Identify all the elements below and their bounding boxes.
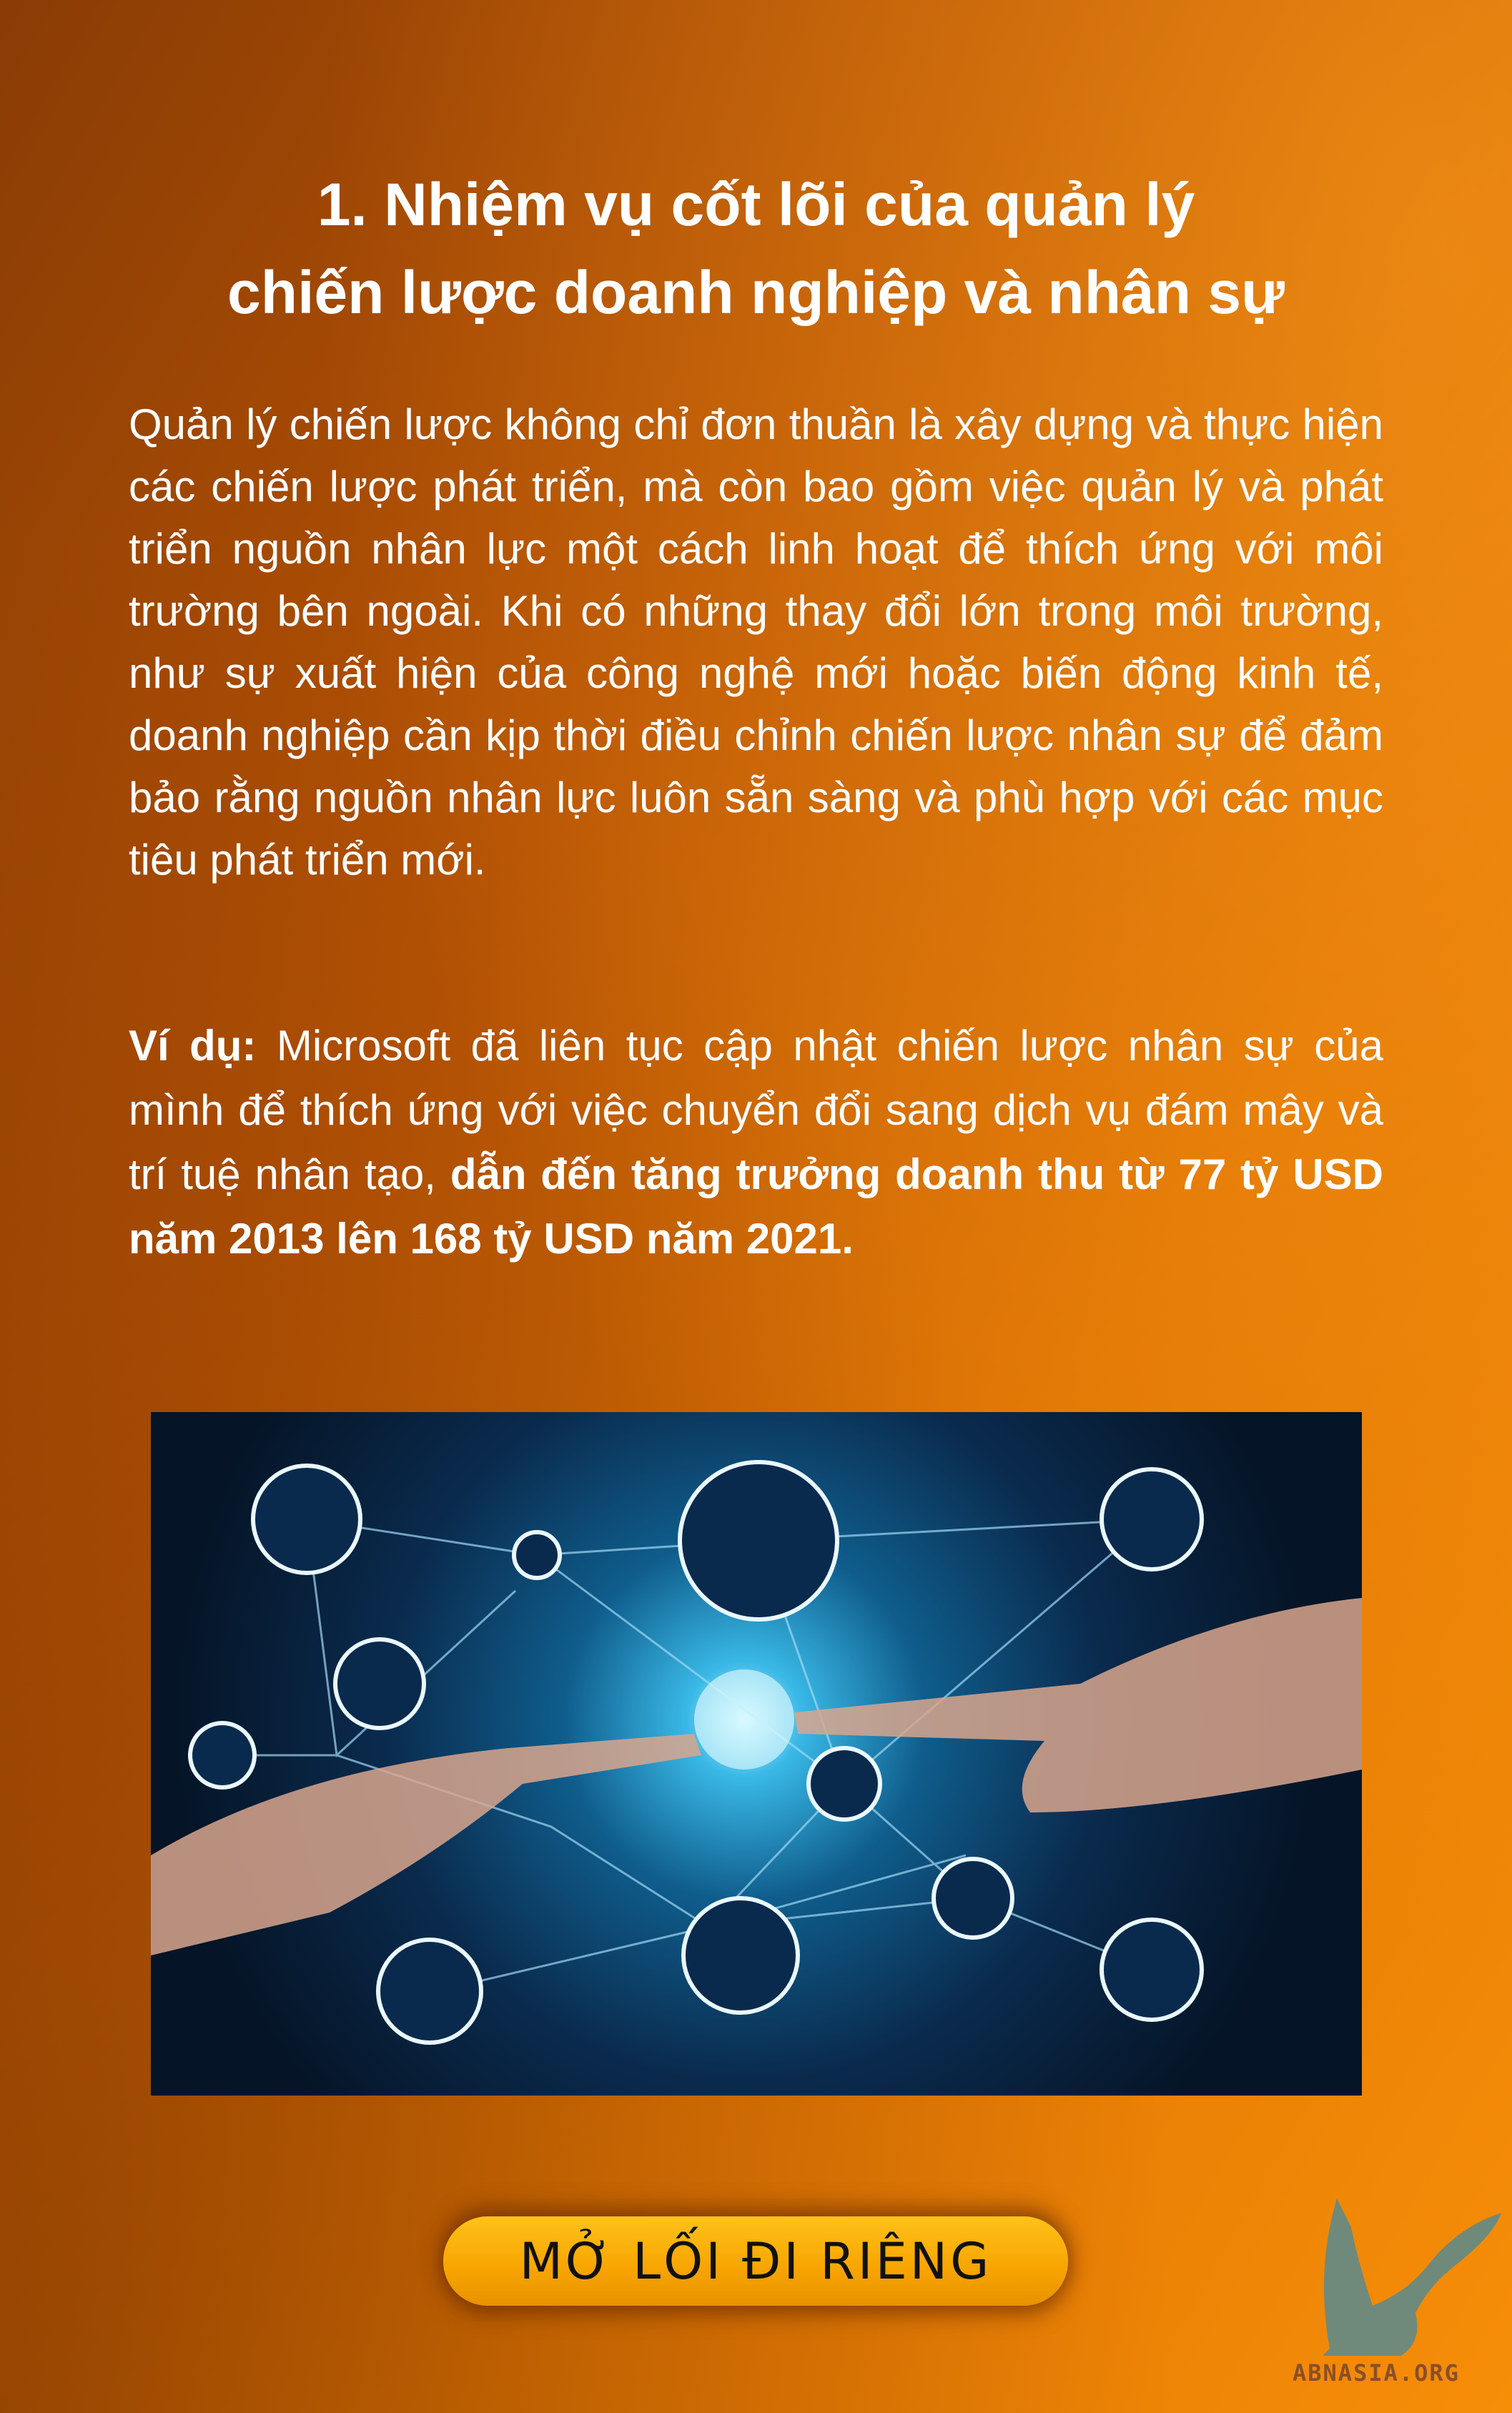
presentation-icon (1100, 1467, 1204, 1571)
pie-chart-icon (512, 1530, 562, 1580)
page-title: 1. Nhiệm vụ cốt lõi của quản lý chiến lư… (129, 161, 1383, 337)
title-line-2: chiến lược doanh nghiệp và nhân sự (227, 259, 1285, 326)
example-paragraph: Ví dụ: Microsoft đã liên tục cập nhật ch… (129, 1014, 1383, 1271)
people-icon (806, 1746, 882, 1822)
chart-icon (932, 1857, 1014, 1940)
handshake-icon (251, 1464, 362, 1575)
rocket-icon (678, 1460, 839, 1622)
logo-text: ABNASIA.ORG (1293, 2359, 1460, 2387)
title-line-1: 1. Nhiệm vụ cốt lõi của quản lý (317, 171, 1195, 238)
businessman-icon (376, 1938, 483, 2045)
briefcase-icon (1100, 1918, 1204, 2022)
intro-paragraph: Quản lý chiến lược không chỉ đơn thuần l… (129, 400, 1383, 884)
tagline-button[interactable]: MỞ LỐI ĐI RIÊNG (443, 2216, 1068, 2306)
example-label: Ví dụ: (129, 1022, 257, 1070)
team-icon (188, 1721, 257, 1790)
money-plant-icon (681, 1896, 800, 2015)
technology-network-image (151, 1412, 1362, 2096)
growth-hand-icon (333, 1637, 426, 1730)
